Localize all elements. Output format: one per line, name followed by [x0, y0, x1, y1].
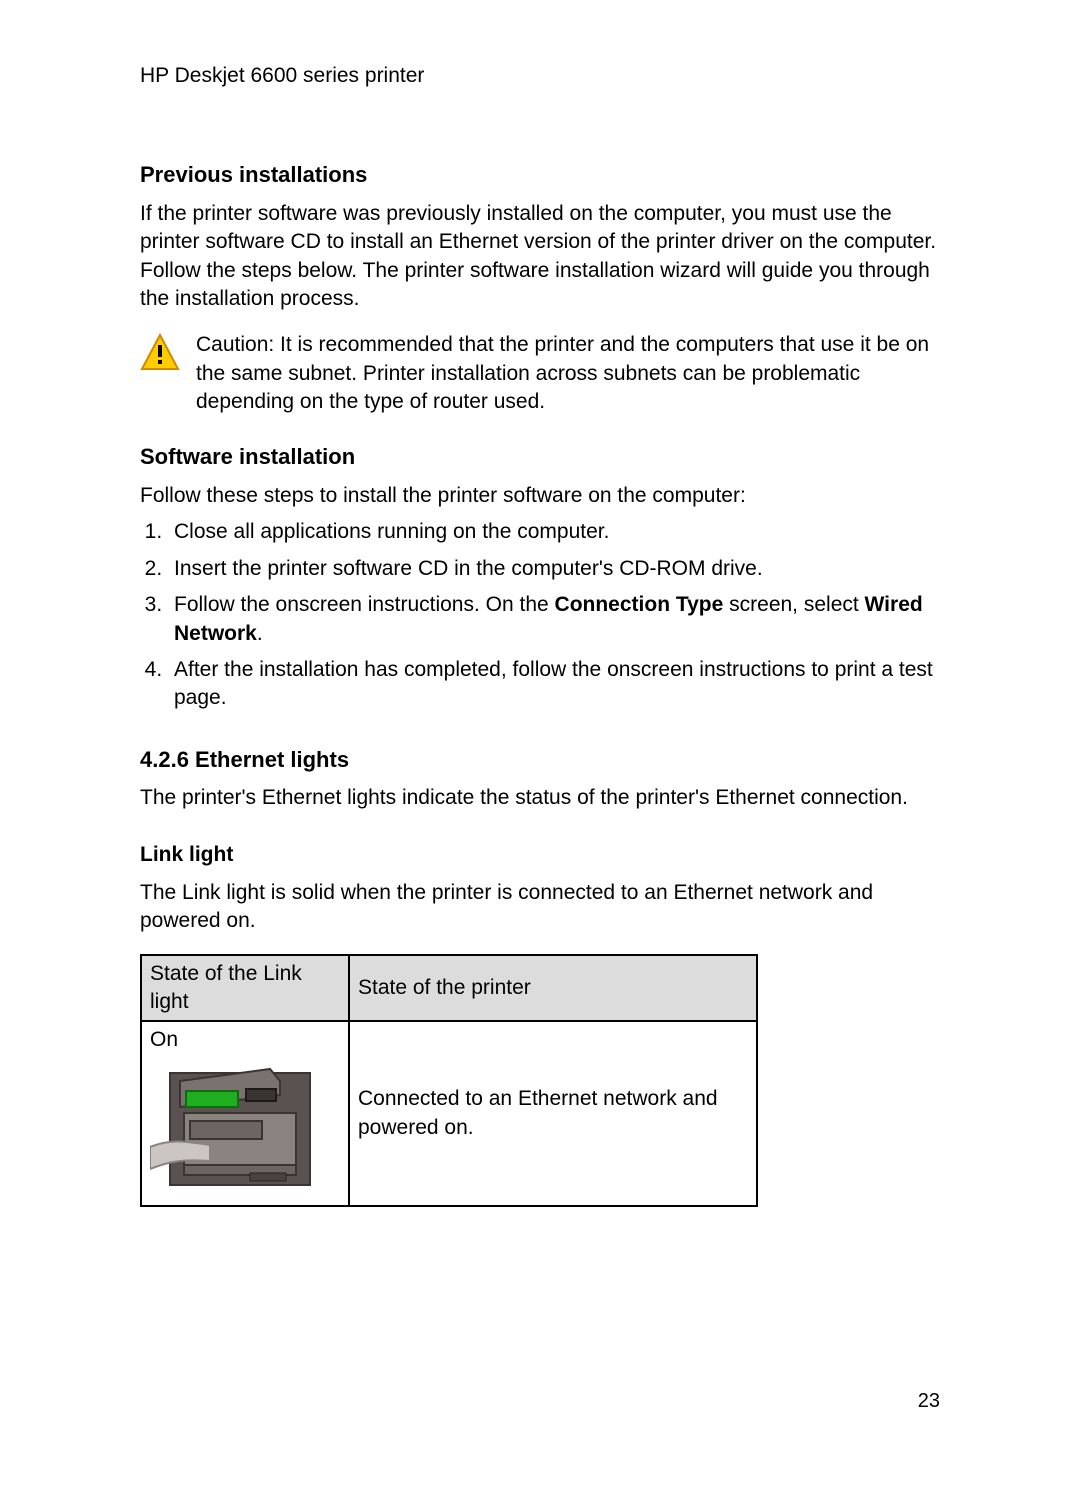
paragraph-software-intro: Follow these steps to install the printe… [140, 482, 940, 510]
table-cell-printer-on: Connected to an Ethernet network and pow… [349, 1021, 757, 1206]
table-cell-light-on: On [141, 1021, 349, 1206]
heading-ethernet-lights: 4.2.6 Ethernet lights [140, 745, 940, 775]
running-header: HP Deskjet 6600 series printer [140, 62, 940, 90]
step-3: Follow the onscreen instructions. On the… [168, 591, 940, 648]
cell-on-label: On [150, 1026, 340, 1054]
paragraph-link-light: The Link light is solid when the printer… [140, 879, 940, 936]
table-header-state-printer: State of the printer [349, 955, 757, 1022]
step-1: Close all applications running on the co… [168, 518, 940, 546]
heading-link-light: Link light [140, 841, 940, 869]
step-2: Insert the printer software CD in the co… [168, 555, 940, 583]
caution-icon [140, 333, 180, 373]
heading-previous-installations: Previous installations [140, 160, 940, 190]
page-number: 23 [918, 1388, 940, 1415]
paragraph-previous-installations: If the printer software was previously i… [140, 200, 940, 313]
caution-block: Caution: It is recommended that the prin… [140, 331, 940, 416]
heading-software-installation: Software installation [140, 442, 940, 472]
link-light-table: State of the Link light State of the pri… [140, 954, 758, 1207]
paragraph-ethernet-lights: The printer's Ethernet lights indicate t… [140, 784, 940, 812]
step-4: After the installation has completed, fo… [168, 656, 940, 713]
steps-list: Close all applications running on the co… [140, 518, 940, 712]
document-page: HP Deskjet 6600 series printer Previous … [0, 0, 1080, 1495]
table-header-state-light: State of the Link light [141, 955, 349, 1022]
ethernet-port-icon [150, 1061, 320, 1191]
caution-text: Caution: It is recommended that the prin… [196, 331, 940, 416]
